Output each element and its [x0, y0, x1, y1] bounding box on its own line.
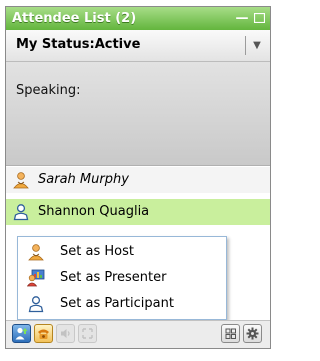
title-bar: Attendee List (2) — — [6, 7, 270, 30]
grid-view-icon[interactable] — [221, 324, 240, 343]
maximize-icon[interactable] — [252, 7, 266, 30]
participant-icon — [27, 295, 45, 313]
menu-item-set-as-host[interactable]: Set as Host — [18, 240, 226, 264]
menu-item-label: Set as Presenter — [60, 270, 167, 285]
attendee-row[interactable]: Sarah Murphy — [6, 167, 270, 193]
minimize-icon[interactable]: — — [235, 7, 249, 30]
attendee-row-selected[interactable]: Shannon Quaglia — [6, 199, 270, 225]
attendee-name: Sarah Murphy — [38, 172, 129, 187]
window-title: Attendee List (2) — [12, 11, 137, 26]
attendee-role-icon[interactable] — [12, 324, 31, 343]
host-icon — [12, 171, 30, 189]
speaking-label: Speaking: — [16, 83, 81, 98]
my-status-label: My Status:Active — [16, 37, 141, 52]
menu-item-label: Set as Participant — [60, 296, 174, 311]
dropdown-divider — [245, 36, 246, 55]
phone-icon[interactable] — [34, 324, 53, 343]
attendee-list-panel: Attendee List (2) — My Status:Active ▼ S… — [5, 6, 271, 349]
chevron-down-icon[interactable]: ▼ — [250, 36, 264, 55]
bottom-toolbar — [6, 320, 270, 348]
mute-icon[interactable] — [56, 324, 75, 343]
menu-item-set-as-participant[interactable]: Set as Participant — [18, 292, 226, 316]
menu-item-set-as-presenter[interactable]: Set as Presenter — [18, 266, 226, 290]
gear-icon[interactable] — [243, 324, 262, 343]
menu-item-label: Set as Host — [60, 244, 134, 259]
speaking-area: Speaking: — [6, 62, 270, 166]
participant-icon — [12, 203, 30, 221]
expand-icon[interactable] — [78, 324, 97, 343]
role-context-menu: Set as Host Set as Presenter Set as Part… — [17, 236, 227, 320]
host-icon — [27, 243, 45, 261]
my-status-dropdown[interactable]: My Status:Active ▼ — [6, 30, 270, 62]
presenter-icon — [26, 269, 45, 287]
attendee-name: Shannon Quaglia — [38, 204, 150, 219]
